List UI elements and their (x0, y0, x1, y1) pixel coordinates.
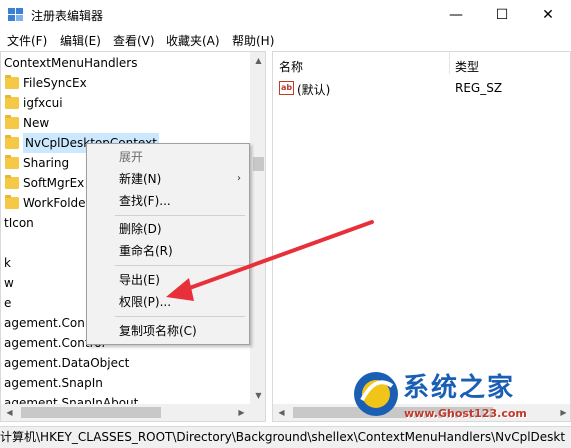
string-value-icon: ab (279, 81, 294, 95)
menu-bar: 文件(F) 编辑(E) 查看(V) 收藏夹(A) 帮助(H) (0, 30, 571, 50)
value-type: REG_SZ (455, 81, 503, 95)
tree-item[interactable]: agement.SnapIn (1, 373, 265, 393)
tree-item[interactable]: FileSyncEx (1, 73, 265, 93)
scroll-up-icon[interactable]: ▲ (250, 52, 265, 69)
ctx-permissions[interactable]: 权限(P)... (87, 291, 249, 313)
ctx-export[interactable]: 导出(E) (87, 269, 249, 291)
scroll-left-icon[interactable]: ◀ (273, 404, 290, 421)
folder-icon (5, 195, 19, 209)
scroll-down-icon[interactable]: ▼ (250, 387, 265, 404)
tree-item-label: SoftMgrEx (23, 176, 85, 190)
tree-item-label: FileSyncEx (23, 76, 87, 90)
ctx-delete-label: 删除(D) (119, 222, 162, 236)
window-title: 注册表编辑器 (31, 9, 104, 23)
tree-item-label: agement.DataObject (4, 356, 130, 370)
ctx-find[interactable]: 查找(F)... (87, 190, 249, 212)
ctx-find-label: 查找(F)... (119, 194, 171, 208)
tree-item[interactable]: New (1, 113, 265, 133)
tree-horizontal-scrollbar[interactable]: ◀ ▶ (1, 404, 265, 421)
tree-item-label: ContextMenuHandlers (4, 56, 138, 70)
tree-item[interactable]: igfxcui (1, 93, 265, 113)
column-header-name[interactable]: 名称 (279, 58, 303, 75)
tree-item-label: Sharing (23, 156, 70, 170)
ctx-permissions-label: 权限(P)... (119, 295, 172, 309)
tree-item[interactable]: ContextMenuHandlers (1, 53, 265, 73)
menu-separator (115, 215, 245, 216)
tree-item-label: New (23, 116, 50, 130)
value-row[interactable]: ab (默认) REG_SZ (273, 79, 570, 99)
registry-editor-icon (8, 8, 23, 21)
tree-item-label: k (4, 256, 11, 270)
scroll-thumb[interactable] (253, 157, 264, 171)
menu-favorites[interactable]: 收藏夹(A) (166, 32, 220, 49)
column-divider[interactable] (449, 52, 450, 74)
value-name: (默认) (297, 83, 331, 97)
scroll-thumb[interactable] (21, 407, 161, 418)
menu-separator (115, 265, 245, 266)
column-header-type[interactable]: 类型 (455, 58, 479, 75)
minimize-button[interactable]: — (433, 0, 479, 30)
tree-item-label: agement.Conn (4, 316, 93, 330)
current-key-path: 计算机\HKEY_CLASSES_ROOT\Directory\Backgrou… (0, 430, 566, 444)
ctx-export-label: 导出(E) (119, 273, 160, 287)
close-button[interactable]: ✕ (525, 0, 571, 30)
menu-help[interactable]: 帮助(H) (232, 32, 274, 49)
menu-view[interactable]: 查看(V) (113, 32, 155, 49)
watermark-title: 系统之家 (403, 373, 516, 403)
scroll-right-icon[interactable]: ▶ (555, 404, 570, 421)
ctx-rename[interactable]: 重命名(R) (87, 240, 249, 262)
ctx-expand-label: 展开 (119, 150, 144, 164)
tree-item-label: agement.SnapIn (4, 376, 103, 390)
tree-item-label: w (4, 276, 14, 290)
scroll-left-icon[interactable]: ◀ (1, 404, 18, 421)
folder-icon (5, 75, 19, 89)
tree-item-label: e (4, 296, 12, 310)
folder-icon (5, 135, 19, 149)
watermark-url: www.Ghost123.com (404, 407, 527, 420)
folder-icon (5, 95, 19, 109)
menu-edit[interactable]: 编辑(E) (60, 32, 101, 49)
scroll-right-icon[interactable]: ▶ (233, 404, 250, 421)
ctx-new-label: 新建(N) (119, 172, 162, 186)
tree-item-label: igfxcui (23, 96, 63, 110)
ctx-new[interactable]: 新建(N) › (87, 168, 249, 190)
ctx-copy-key-name[interactable]: 复制项名称(C) (87, 320, 249, 342)
menu-separator (115, 316, 245, 317)
folder-icon (5, 115, 19, 129)
ctx-rename-label: 重命名(R) (119, 244, 173, 258)
maximize-button[interactable]: ☐ (479, 0, 525, 30)
menu-file[interactable]: 文件(F) (7, 32, 47, 49)
folder-icon (5, 155, 19, 169)
tree-item-label: tIcon (4, 216, 34, 230)
tree-vertical-scrollbar[interactable]: ▲ ▼ (250, 52, 265, 404)
status-bar: 计算机\HKEY_CLASSES_ROOT\Directory\Backgrou… (0, 426, 571, 448)
tree-item[interactable]: agement.DataObject (1, 353, 265, 373)
title-bar: 注册表编辑器 — ☐ ✕ (0, 0, 571, 30)
ctx-delete[interactable]: 删除(D) (87, 218, 249, 240)
context-menu: 展开 新建(N) › 查找(F)... 删除(D) 重命名(R) 导出(E) 权限… (86, 143, 250, 345)
ctx-expand[interactable]: 展开 (87, 146, 249, 168)
watermark-logo-icon (354, 372, 398, 416)
ctx-copy-key-name-label: 复制项名称(C) (119, 324, 197, 338)
folder-icon (5, 175, 19, 189)
submenu-arrow-icon: › (237, 173, 241, 184)
